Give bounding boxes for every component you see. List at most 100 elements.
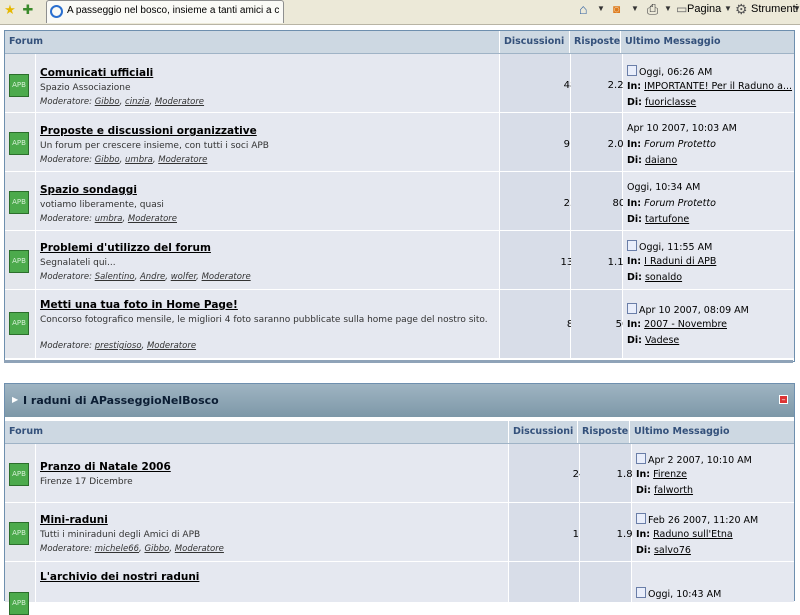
forum-book-icon: APB <box>9 312 29 335</box>
header-risposte: Risposte <box>569 31 620 53</box>
last-post-user-link[interactable]: falworth <box>654 485 693 496</box>
forum-title-link[interactable]: Spazio sondaggi <box>40 184 137 196</box>
moderator-link[interactable]: Moderatore <box>128 214 177 224</box>
last-post-user-link[interactable]: salvo76 <box>654 545 691 556</box>
tools-dropdown-icon[interactable]: ▼ <box>793 1 800 17</box>
moderator-link[interactable]: Moderatore <box>155 97 204 107</box>
post-icon[interactable] <box>627 240 637 251</box>
add-favorites-icon[interactable]: ✚ <box>20 3 36 19</box>
table-footer-bar <box>4 360 793 363</box>
moderator-link[interactable]: Moderatore <box>158 155 207 165</box>
last-post-by: Di: salvo76 <box>636 545 691 556</box>
header-risposte: Risposte <box>577 421 628 443</box>
forum-book-icon: APB <box>9 463 29 486</box>
forum-row: APB Mini-raduni Tutti i miniraduni degli… <box>5 503 794 561</box>
feeds-dropdown-icon[interactable]: ▼ <box>631 1 639 17</box>
forum-book-icon: APB <box>9 250 29 273</box>
last-post-by: Di: falworth <box>636 485 694 496</box>
moderator-link[interactable]: Gibbo <box>144 544 169 554</box>
last-post-user-link[interactable]: daiano <box>645 155 677 166</box>
header-forum: Forum <box>9 426 43 437</box>
last-post-date: Apr 10 2007, 08:09 AM <box>627 303 749 316</box>
last-post-date: Oggi, 11:55 AM <box>627 240 712 253</box>
header-discussioni: Discussioni <box>508 421 578 443</box>
forum-book-icon: APB <box>9 522 29 545</box>
home-dropdown-icon[interactable]: ▼ <box>597 1 605 17</box>
table-header: Forum Discussioni Risposte Ultimo Messag… <box>5 31 794 54</box>
favorites-star-icon[interactable]: ★ <box>2 3 18 19</box>
moderator-link[interactable]: Andre <box>140 272 165 282</box>
collapse-icon[interactable]: – <box>779 395 788 404</box>
feeds-icon[interactable]: ◙ <box>613 1 620 17</box>
moderator-link[interactable]: Gibbo <box>95 97 120 107</box>
last-post-topic-link[interactable]: IMPORTANTE! Per il Raduno a... <box>644 81 792 92</box>
forum-row: APB Metti una tua foto in Home Page! Con… <box>5 290 794 358</box>
forum-book-icon: APB <box>9 74 29 97</box>
post-icon[interactable] <box>636 513 646 524</box>
moderator-link[interactable]: umbra <box>125 155 153 165</box>
last-post-by: Di: sonaldo <box>627 272 683 283</box>
header-ultimo-messaggio: Ultimo Messaggio <box>629 421 795 443</box>
moderator-link[interactable]: Moderatore <box>175 544 224 554</box>
moderator-link[interactable]: Moderatore <box>147 341 196 351</box>
last-post-topic-link[interactable]: I Raduni di APB <box>644 256 716 267</box>
last-post-by: Di: Vadese <box>627 335 680 346</box>
forum-description: Spazio Associazione <box>40 83 131 93</box>
last-post-user-link[interactable]: sonaldo <box>645 272 682 283</box>
forum-description: Un forum per crescere insieme, con tutti… <box>40 141 269 151</box>
table-header: Forum Discussioni Risposte Ultimo Messag… <box>5 421 794 444</box>
header-forum: Forum <box>9 36 43 47</box>
last-post-user-link[interactable]: Vadese <box>645 335 679 346</box>
forum-title-link[interactable]: Metti una tua foto in Home Page! <box>40 299 238 311</box>
last-post-topic-link[interactable]: Firenze <box>653 469 687 480</box>
category-arrow-icon: ▶ <box>12 395 19 404</box>
home-icon[interactable]: ⌂ <box>579 1 587 17</box>
forum-moderators: Moderatore: prestigioso, Moderatore <box>40 341 197 351</box>
moderator-link[interactable]: umbra <box>95 214 123 224</box>
forum-title-link[interactable]: Mini-raduni <box>40 514 108 526</box>
forum-title-link[interactable]: Problemi d'utilizzo del forum <box>40 242 211 254</box>
post-icon[interactable] <box>636 587 646 598</box>
moderator-link[interactable]: wolfer <box>171 272 196 282</box>
browser-tab[interactable]: A passeggio nel bosco, insieme a tanti a… <box>46 0 284 23</box>
forum-title-link[interactable]: L'archivio dei nostri raduni <box>40 571 199 583</box>
last-post-user-link[interactable]: tartufone <box>645 214 689 225</box>
category-title[interactable]: I raduni di APasseggioNelBosco <box>23 394 219 407</box>
last-post-by: Di: fuoriclasse <box>627 97 697 108</box>
last-post-by: Di: tartufone <box>627 214 690 225</box>
browser-toolbar: ★ ✚ A passeggio nel bosco, insieme a tan… <box>0 0 800 25</box>
post-icon[interactable] <box>627 65 637 76</box>
forum-title-link[interactable]: Proposte e discussioni organizzative <box>40 125 257 137</box>
moderator-link[interactable]: michele66 <box>95 544 139 554</box>
last-post-by: Di: daiano <box>627 155 678 166</box>
forum-table-2: ▶ I raduni di APasseggioNelBosco – Forum… <box>4 383 795 615</box>
forum-row: APB L'archivio dei nostri raduni Oggi, 1… <box>5 562 794 615</box>
last-post-date: Oggi, 06:26 AM <box>627 65 712 78</box>
category-header: ▶ I raduni di APasseggioNelBosco – <box>5 384 794 417</box>
forum-row: APB Pranzo di Natale 2006 Firenze 17 Dic… <box>5 444 794 502</box>
forum-title-link[interactable]: Pranzo di Natale 2006 <box>40 461 171 473</box>
post-icon[interactable] <box>627 303 637 314</box>
last-post-in: In: Forum Protetto <box>627 198 716 209</box>
moderator-link[interactable]: Salentino <box>95 272 135 282</box>
forum-title-link[interactable]: Comunicati ufficiali <box>40 67 153 79</box>
page-menu-button[interactable]: Pagina <box>687 1 721 17</box>
post-icon[interactable] <box>636 453 646 464</box>
print-icon[interactable]: ⎙ <box>647 1 658 17</box>
last-post-in: In: IMPORTANTE! Per il Raduno a... <box>627 81 793 92</box>
last-post-user-link[interactable]: fuoriclasse <box>645 97 696 108</box>
last-post-in: In: Forum Protetto <box>627 139 716 150</box>
moderator-link[interactable]: cinzia <box>125 97 149 107</box>
page-dropdown-icon[interactable]: ▼ <box>724 1 732 17</box>
last-post-topic-link[interactable]: Raduno sull'Etna <box>653 529 733 540</box>
forum-row: APB Comunicati ufficiali Spazio Associaz… <box>5 54 794 112</box>
forum-book-icon: APB <box>9 132 29 155</box>
tools-menu-button[interactable]: Strumenti <box>751 1 798 17</box>
forum-book-icon: APB <box>9 592 29 615</box>
last-post-date: Oggi, 10:34 AM <box>627 182 701 193</box>
moderator-link[interactable]: Gibbo <box>95 155 120 165</box>
print-dropdown-icon[interactable]: ▼ <box>664 1 672 17</box>
moderator-link[interactable]: prestigioso <box>95 341 142 351</box>
last-post-topic-link[interactable]: 2007 - Novembre <box>644 319 727 330</box>
moderator-link[interactable]: Moderatore <box>202 272 251 282</box>
